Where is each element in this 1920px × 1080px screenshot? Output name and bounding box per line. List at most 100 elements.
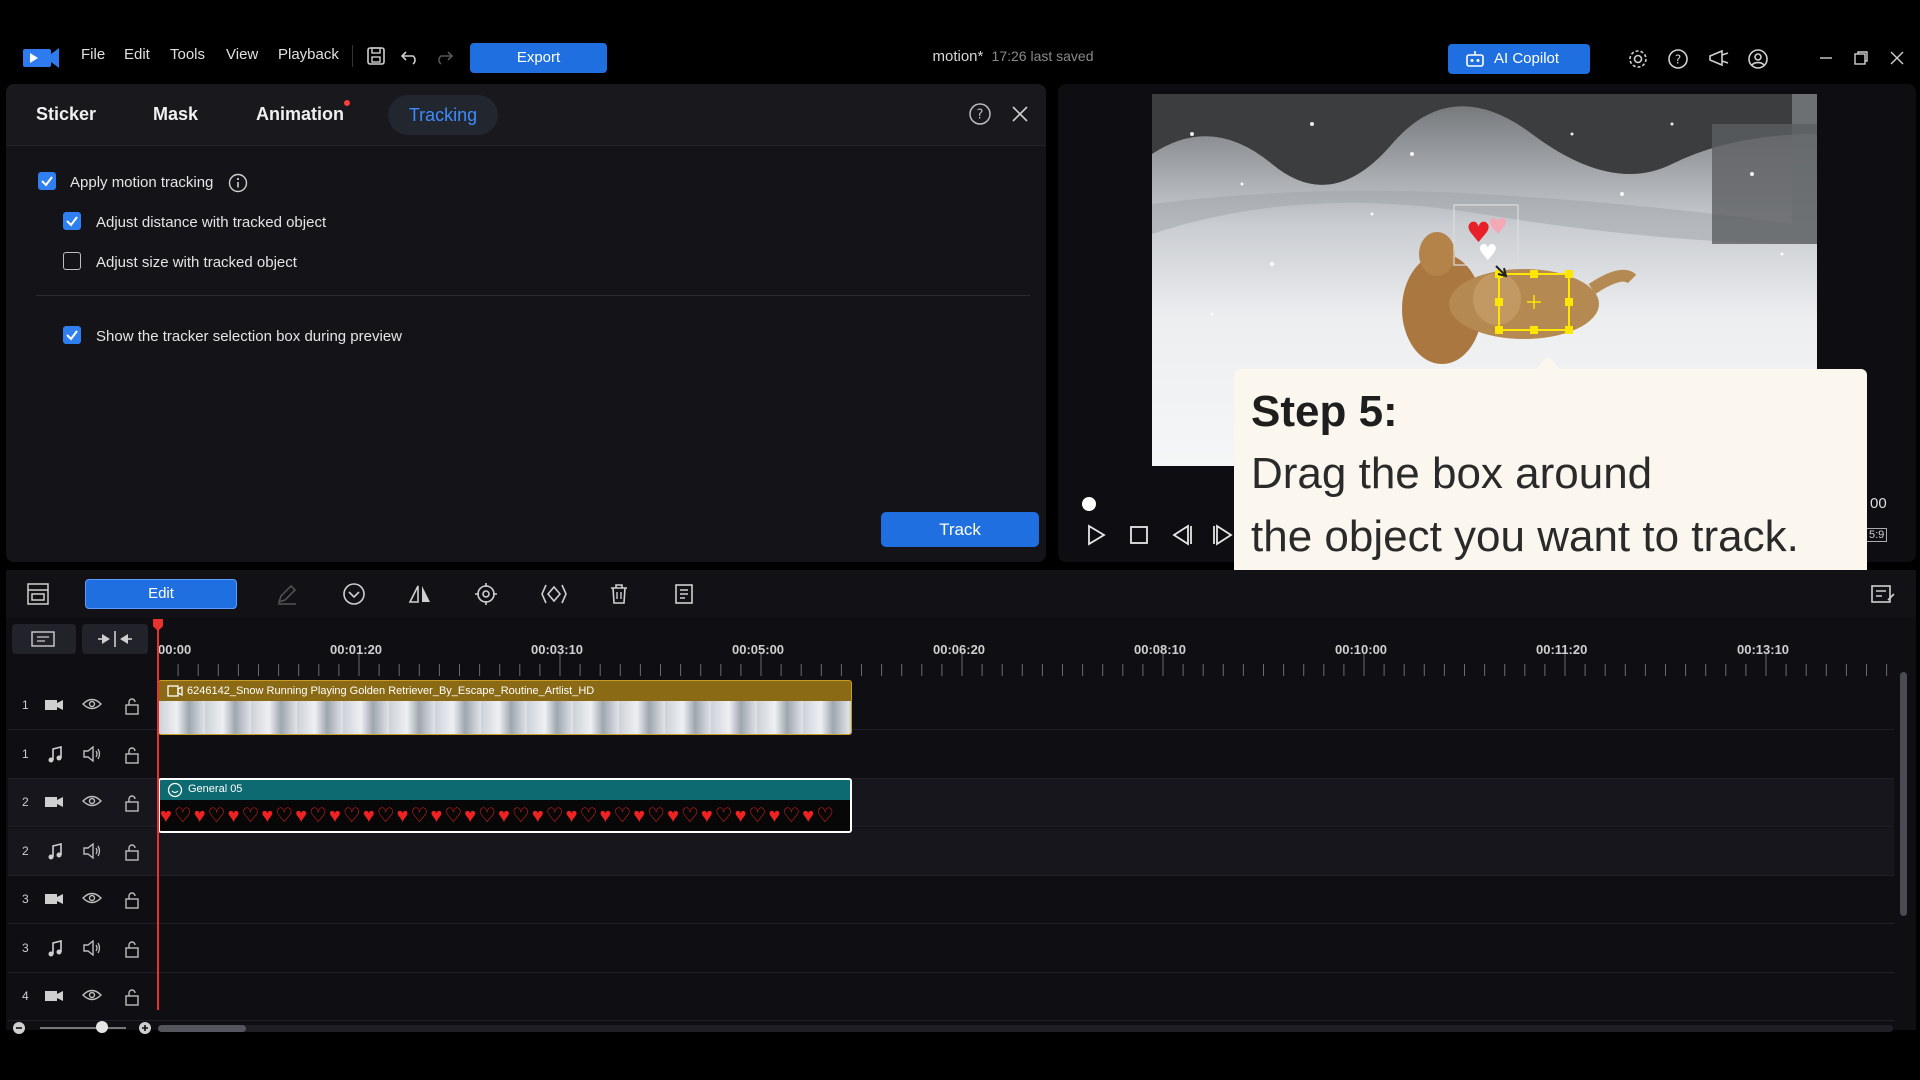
- export-button[interactable]: Export: [470, 43, 607, 73]
- last-saved-text: 17:26 last saved: [991, 48, 1094, 64]
- minimize-icon[interactable]: [1818, 50, 1834, 66]
- video-track-icon[interactable]: [44, 697, 64, 713]
- speed-icon[interactable]: [342, 582, 366, 606]
- sticker-clip-icon: [167, 782, 183, 798]
- timeline-track-row[interactable]: [8, 827, 1894, 876]
- help-icon[interactable]: ?: [968, 102, 992, 126]
- info-icon[interactable]: [228, 173, 248, 193]
- trash-icon[interactable]: [607, 582, 631, 606]
- zoom-out-icon[interactable]: [12, 1021, 26, 1035]
- volume-icon[interactable]: [82, 939, 102, 956]
- timeline-track-row[interactable]: [8, 925, 1894, 973]
- tick-label: 00:11:20: [1536, 642, 1588, 657]
- sticker-clip[interactable]: General 05 ♥♡♥♡♥♡♥♡♥♡♥♡♥♡♥♡♥♡♥♡♥♡♥♡♥♡♥♡♥…: [158, 778, 852, 833]
- tab-mask[interactable]: Mask: [153, 104, 198, 125]
- robot-icon: [1465, 50, 1485, 68]
- timeline-track-row[interactable]: [8, 876, 1894, 924]
- svg-text:♥: ♥: [1488, 215, 1508, 240]
- keyframe-icon[interactable]: [540, 582, 568, 606]
- video-track-icon[interactable]: [44, 794, 64, 810]
- lock-icon[interactable]: [124, 794, 140, 812]
- tooltip-step: Step 5:: [1251, 387, 1398, 436]
- zoom-slider[interactable]: [40, 1027, 126, 1029]
- menu-divider: [352, 45, 353, 67]
- track-button[interactable]: Track: [881, 512, 1039, 547]
- sticker-clip-title: General 05: [188, 783, 243, 795]
- vertical-scrollbar[interactable]: [1900, 672, 1907, 916]
- volume-icon[interactable]: [82, 842, 102, 859]
- adjust-size-checkbox[interactable]: [63, 252, 81, 270]
- timeline-track-row[interactable]: [8, 973, 1894, 1021]
- menu-view[interactable]: View: [226, 46, 258, 63]
- visibility-icon[interactable]: [82, 891, 102, 905]
- clip-properties-icon[interactable]: [672, 582, 696, 606]
- restore-icon[interactable]: [1853, 50, 1869, 66]
- aspect-ratio-button[interactable]: 5:9: [1866, 528, 1888, 542]
- tab-sticker[interactable]: Sticker: [36, 104, 96, 125]
- tab-animation[interactable]: Animation: [256, 104, 344, 125]
- menu-playback[interactable]: Playback: [278, 46, 339, 63]
- show-tracker-box-checkbox[interactable]: [63, 326, 81, 344]
- pen-icon[interactable]: [275, 582, 299, 606]
- play-icon[interactable]: [1086, 524, 1106, 546]
- track-number: 3: [22, 892, 29, 906]
- tick-label: 00:13:10: [1737, 642, 1790, 657]
- flip-icon[interactable]: [408, 582, 432, 606]
- video-clip-title: 6246142_Snow Running Playing Golden Retr…: [187, 685, 595, 697]
- tab-tracking[interactable]: Tracking: [388, 95, 498, 135]
- tick-label: 00:00: [158, 642, 192, 657]
- video-clip[interactable]: 6246142_Snow Running Playing Golden Retr…: [158, 680, 852, 735]
- audio-track-icon[interactable]: [46, 745, 64, 764]
- add-track-button[interactable]: [12, 624, 76, 654]
- account-icon[interactable]: [1747, 48, 1769, 70]
- gear-icon[interactable]: [1627, 48, 1649, 70]
- track-number: 3: [22, 940, 29, 955]
- lock-icon[interactable]: [124, 940, 140, 958]
- close-window-icon[interactable]: [1889, 50, 1905, 66]
- playback-scrubber-knob[interactable]: [1082, 497, 1096, 511]
- playhead[interactable]: [157, 620, 159, 1010]
- feedback-icon[interactable]: [1707, 48, 1731, 70]
- motion-tracking-icon[interactable]: [474, 582, 498, 606]
- visibility-icon[interactable]: [82, 794, 102, 808]
- visibility-icon[interactable]: [82, 697, 102, 711]
- stop-icon[interactable]: [1129, 524, 1149, 546]
- lock-icon[interactable]: [124, 697, 140, 715]
- horizontal-scrollbar[interactable]: [158, 1025, 1893, 1032]
- redo-icon[interactable]: [434, 46, 454, 66]
- apply-motion-tracking-checkbox[interactable]: [38, 172, 56, 190]
- menu-tools[interactable]: Tools: [170, 46, 205, 63]
- audio-track-icon[interactable]: [46, 939, 64, 958]
- lock-icon[interactable]: [124, 843, 140, 861]
- time-readout: 00: [1870, 495, 1887, 512]
- zoom-slider-knob[interactable]: [96, 1021, 108, 1033]
- timeline-layout-icon[interactable]: [26, 582, 50, 606]
- tooltip-arrow: [1535, 356, 1561, 370]
- visibility-icon[interactable]: [82, 988, 102, 1002]
- next-frame-icon[interactable]: [1211, 524, 1235, 546]
- timeline-ruler[interactable]: [156, 630, 1891, 678]
- help-icon[interactable]: ?: [1667, 48, 1689, 70]
- save-icon[interactable]: [366, 46, 386, 66]
- audio-track-icon[interactable]: [46, 842, 64, 861]
- timeline-settings-icon[interactable]: [1870, 582, 1896, 606]
- timeline-track-row[interactable]: [8, 731, 1894, 779]
- zoom-in-icon[interactable]: [138, 1021, 152, 1035]
- ai-copilot-button[interactable]: AI Copilot: [1448, 44, 1590, 74]
- edit-button[interactable]: Edit: [85, 579, 237, 609]
- fit-timeline-button[interactable]: [82, 624, 148, 654]
- horizontal-scrollbar-thumb[interactable]: [158, 1025, 246, 1032]
- volume-icon[interactable]: [82, 745, 102, 762]
- lock-icon[interactable]: [124, 746, 140, 764]
- video-track-icon[interactable]: [44, 988, 64, 1004]
- video-track-icon[interactable]: [44, 891, 64, 907]
- adjust-distance-checkbox[interactable]: [63, 212, 81, 230]
- lock-icon[interactable]: [124, 988, 140, 1006]
- menu-edit[interactable]: Edit: [124, 46, 150, 63]
- menu-file[interactable]: File: [81, 46, 105, 63]
- undo-icon[interactable]: [400, 46, 420, 66]
- close-panel-icon[interactable]: [1010, 104, 1030, 124]
- lock-icon[interactable]: [124, 891, 140, 909]
- track-header: 1: [8, 731, 152, 779]
- previous-frame-icon[interactable]: [1170, 524, 1194, 546]
